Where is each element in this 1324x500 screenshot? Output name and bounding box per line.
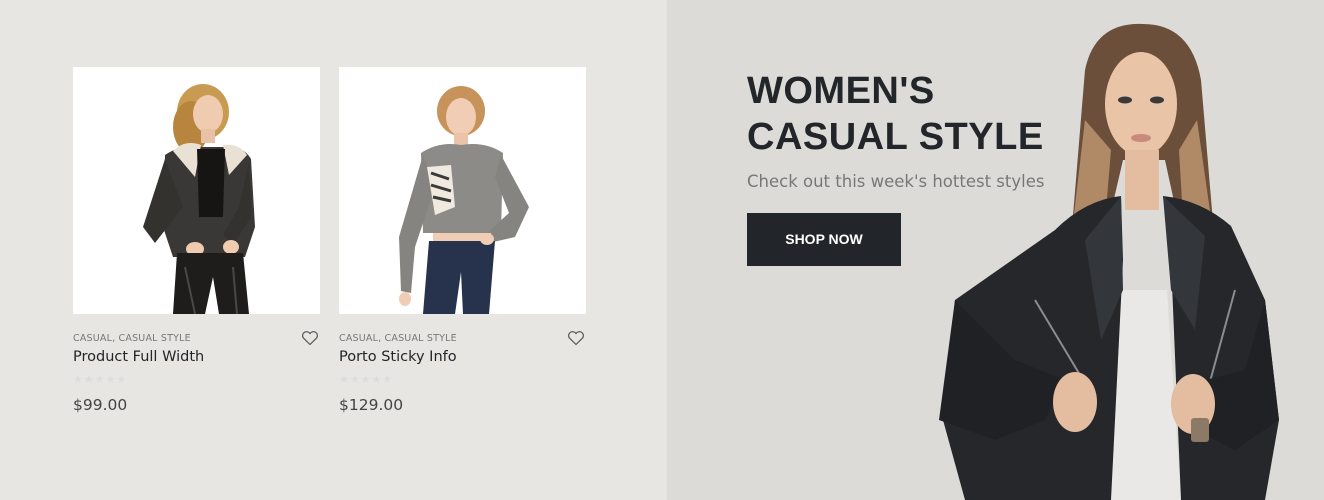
product-price: $129.00 — [339, 396, 404, 414]
star-icon: ★ — [116, 373, 127, 386]
product-image[interactable] — [339, 67, 586, 314]
product-name[interactable]: Porto Sticky Info — [339, 347, 586, 367]
heart-outline-icon[interactable] — [301, 330, 319, 346]
star-icon: ★ — [360, 373, 371, 386]
star-icon: ★ — [371, 373, 382, 386]
rating-stars: ★ ★ ★ ★ ★ — [339, 373, 586, 387]
star-icon: ★ — [83, 373, 94, 386]
product-image[interactable] — [73, 67, 320, 314]
product-card: CASUAL, CASUAL STYLE Product Full Width … — [73, 67, 320, 415]
banner-subtitle: Check out this week's hottest styles — [747, 172, 1045, 191]
product-meta: CASUAL, CASUAL STYLE Product Full Width … — [73, 330, 320, 415]
shop-now-button[interactable]: SHOP NOW — [747, 213, 901, 266]
star-icon: ★ — [94, 373, 105, 386]
product-meta: CASUAL, CASUAL STYLE Porto Sticky Info ★… — [339, 330, 586, 415]
heart-outline-icon[interactable] — [567, 330, 585, 346]
banner-title-line1: WOMEN'S — [747, 70, 935, 112]
banner-title: WOMEN'S CASUAL STYLE — [747, 68, 1107, 160]
promo-banner: WOMEN'S CASUAL STYLE Check out this week… — [667, 0, 1324, 500]
banner-title-line2: CASUAL STYLE — [747, 116, 1044, 158]
product-name[interactable]: Product Full Width — [73, 347, 320, 367]
product-card: CASUAL, CASUAL STYLE Porto Sticky Info ★… — [339, 67, 586, 415]
star-icon: ★ — [349, 373, 360, 386]
product-categories[interactable]: CASUAL, CASUAL STYLE — [73, 332, 320, 345]
star-icon: ★ — [73, 373, 83, 386]
star-icon: ★ — [382, 373, 393, 386]
banner-text: WOMEN'S CASUAL STYLE Check out this week… — [747, 68, 1107, 266]
product-categories[interactable]: CASUAL, CASUAL STYLE — [339, 332, 586, 345]
star-icon: ★ — [339, 373, 349, 386]
rating-stars: ★ ★ ★ ★ ★ — [73, 373, 320, 387]
product-section: CASUAL, CASUAL STYLE Product Full Width … — [0, 0, 667, 500]
star-icon: ★ — [105, 373, 116, 386]
product-price: $99.00 — [73, 396, 128, 414]
